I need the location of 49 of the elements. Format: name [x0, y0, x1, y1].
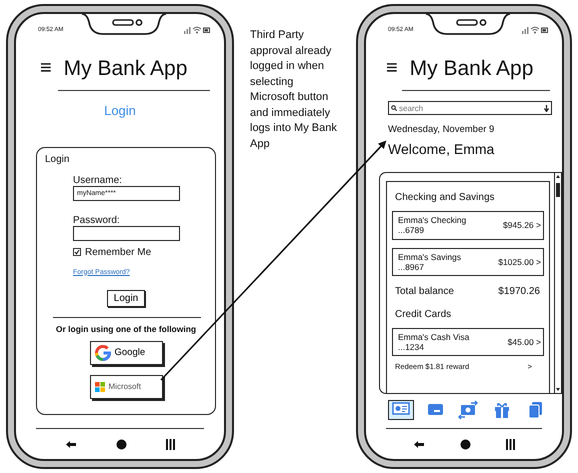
- status-icons-drawing: [184, 26, 210, 34]
- account-name: Emma's Savings: [398, 252, 462, 262]
- google-logo-icon: [94, 345, 110, 362]
- total-label: Total balance: [395, 285, 454, 299]
- checkbox[interactable]: [73, 248, 81, 256]
- menu-icon[interactable]: ≡: [40, 58, 52, 78]
- search-field[interactable]: search: [388, 101, 552, 115]
- back-icon[interactable]: [413, 440, 426, 448]
- login-button[interactable]: Login: [106, 290, 146, 306]
- account-number: ...1234: [398, 342, 425, 352]
- menu-icon[interactable]: ≡: [386, 58, 398, 78]
- account-row[interactable]: Emma's Cash Visa ...1234 $45.00 >: [392, 328, 544, 356]
- dropdown-icon: [544, 104, 549, 112]
- recent-apps-icon[interactable]: [166, 438, 175, 450]
- account-name: Emma's Cash Visa: [398, 332, 470, 342]
- welcome-heading: Welcome, Emma: [388, 140, 496, 160]
- search-icon: [391, 105, 397, 111]
- section-title: Credit Cards: [395, 308, 452, 322]
- app-title: My Bank App: [64, 58, 188, 78]
- sign-in-button[interactable]: Microsoft: [90, 375, 162, 400]
- sign-in-button[interactable]: Google: [90, 341, 162, 366]
- date-text: Wednesday, November 9: [388, 123, 496, 137]
- money-transfer-icon: [457, 400, 479, 420]
- divider-text: Or login using one of the following: [54, 322, 198, 336]
- section-title: Checking and Savings: [395, 191, 496, 206]
- status-icons-drawing: [522, 26, 548, 34]
- account-amount: $45.00 >: [508, 337, 541, 348]
- home-icon[interactable]: [460, 438, 471, 450]
- field-label: Username:: [73, 174, 123, 186]
- annotation-text: Third Party approval already logged in when selecting Microsoft button and immediately logs into My Bank App: [250, 28, 338, 152]
- total-amount: $1970.26: [498, 285, 540, 299]
- field-label: Password:: [73, 214, 121, 226]
- account-amount: $1025.00 >: [498, 256, 541, 267]
- account-row[interactable]: Emma's Savings ...8967 $1025.00 >: [392, 248, 544, 276]
- microsoft-logo-icon: [94, 382, 104, 392]
- form-title: Login: [45, 154, 70, 164]
- app-title: My Bank App: [410, 58, 534, 78]
- account-amount: $945.26 >: [502, 220, 541, 231]
- home-icon[interactable]: [116, 438, 127, 450]
- account-number: ...6789: [398, 225, 425, 236]
- input-field[interactable]: [73, 226, 180, 240]
- scroll-bar[interactable]: [554, 172, 562, 394]
- account-row[interactable]: Emma's Checking ...6789 $945.26 >: [392, 211, 544, 240]
- account-name: Emma's Checking: [398, 215, 466, 226]
- back-icon[interactable]: [65, 440, 78, 448]
- tab-button[interactable]: [388, 400, 414, 420]
- checkbox-label: Remember Me: [85, 246, 152, 258]
- recent-apps-icon[interactable]: [506, 438, 515, 450]
- account-number: ...8967: [398, 262, 425, 272]
